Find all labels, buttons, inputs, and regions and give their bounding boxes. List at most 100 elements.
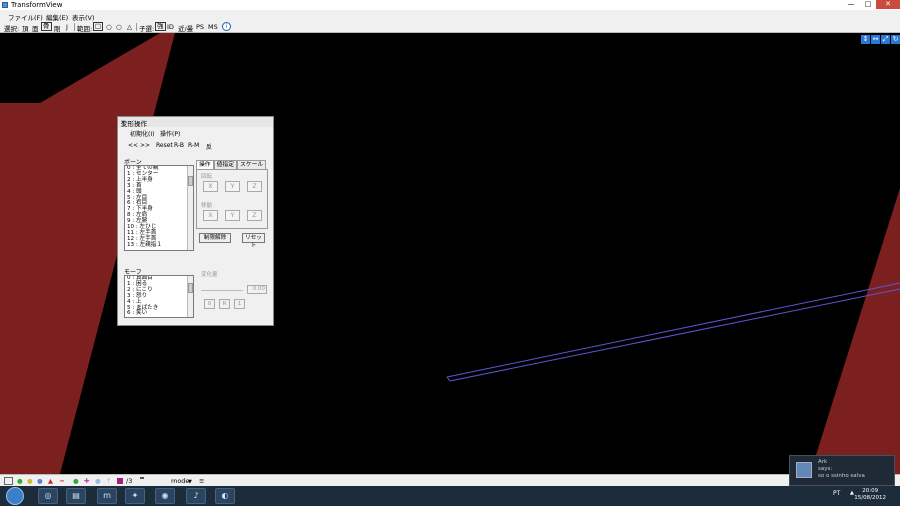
info-icon[interactable]: i xyxy=(222,22,231,31)
child-near[interactable]: 近/曼 xyxy=(178,23,193,33)
menu-operation[interactable]: 操作(P) xyxy=(160,129,180,138)
taskbar-chrome-icon[interactable]: ◉ xyxy=(155,488,175,504)
dialog-close-button[interactable]: x xyxy=(121,118,270,126)
light-blue-icon[interactable]: ● xyxy=(95,477,101,485)
reverse-button[interactable]: 反 xyxy=(206,142,212,151)
rm-button[interactable]: R-M xyxy=(188,142,199,149)
dialog-titlebar[interactable]: 変形操作 x xyxy=(118,117,273,128)
blue-dot-icon[interactable]: ● xyxy=(37,477,43,485)
bone-icon[interactable]: ↑ xyxy=(106,477,111,485)
bone-list-scrollbar[interactable] xyxy=(187,166,193,250)
view-nav-icons: ↕ ↔ ⤢ ↻ xyxy=(860,35,900,45)
range-circle-alt[interactable]: ○ xyxy=(116,23,122,31)
menu-initialize[interactable]: 初期化(I) xyxy=(130,129,154,138)
pan-horizontal-icon[interactable]: ↔ xyxy=(871,35,880,44)
prev-button[interactable]: << xyxy=(128,142,138,149)
next-button[interactable]: >> xyxy=(140,142,150,149)
clock-date: 15/08/2012 xyxy=(854,495,886,501)
taskbar: ◎ ▤ m ✦ ◉ ♪ ◐ PT ▲ 20:09 15/08/2012 xyxy=(0,486,900,506)
scroll-thumb[interactable] xyxy=(188,283,193,293)
toolbar-divider xyxy=(74,23,75,31)
range-rect[interactable]: □ xyxy=(93,22,104,31)
transform-dialog: 変形操作 x 初期化(I) 操作(P) << >> Reset R-B R-M … xyxy=(117,116,274,326)
morph-list-scrollbar[interactable] xyxy=(187,276,193,317)
morph-slider[interactable] xyxy=(201,290,243,291)
dialog-toolbar: << >> Reset R-B R-M 反 xyxy=(118,141,273,151)
rotate-y-button[interactable]: Y xyxy=(225,181,240,192)
release-limit-button[interactable]: 制限解除 xyxy=(199,233,231,243)
child-id[interactable]: ID xyxy=(167,23,174,31)
taskbar-pmd-icon[interactable]: ◐ xyxy=(215,488,235,504)
toolbar: 選択: 頂 面 骨 剛 J 範囲: □ ○ ○ △ 子選: 強 ID 近/曼 P… xyxy=(0,21,900,33)
taskbar-messenger-icon[interactable]: m xyxy=(97,488,117,504)
tab-operation[interactable]: 操作 xyxy=(196,160,214,169)
morph-list[interactable]: 0 : 真面目 1 : 困る 2 : にこり 3 : 怒り 4 : 上5 : まばたき 6… xyxy=(124,275,194,318)
chevron-down-icon[interactable]: ▼ xyxy=(188,478,192,486)
select-bone[interactable]: 骨 xyxy=(41,22,52,31)
morph-one-button[interactable]: 1 xyxy=(234,299,245,309)
rotate-z-button[interactable]: Z xyxy=(247,181,262,192)
language-indicator[interactable]: PT xyxy=(833,490,840,497)
move-label: 移動 xyxy=(201,203,213,209)
morph-zero-button[interactable]: 0 xyxy=(204,299,215,309)
rotate-view-icon[interactable]: ↻ xyxy=(891,35,900,44)
tray-expand-icon[interactable]: ▲ xyxy=(850,490,854,496)
clock[interactable]: 20:09 15/08/2012 xyxy=(854,488,886,502)
rotate-x-button[interactable]: X xyxy=(203,181,218,192)
pan-vertical-icon[interactable]: ↕ xyxy=(861,35,870,44)
taskbar-steam-icon[interactable]: ◎ xyxy=(38,488,58,504)
list-icon[interactable]: ≡ xyxy=(199,477,204,485)
mode-dropdown[interactable]: mode xyxy=(171,477,189,485)
list-item[interactable]: 13 : 左親指１ xyxy=(125,242,193,249)
red-plane-right xyxy=(810,188,900,474)
child-select-label: 子選: xyxy=(139,25,155,33)
morph-value-field[interactable]: 0.00 xyxy=(247,285,267,294)
maximize-button[interactable]: □ xyxy=(861,0,875,9)
reset-tool-button[interactable]: Reset xyxy=(156,142,173,149)
scroll-thumb[interactable] xyxy=(188,176,193,186)
range-triangle[interactable]: △ xyxy=(127,23,132,31)
select-rigid[interactable]: 剛 xyxy=(54,23,61,33)
move-y-button[interactable]: Y xyxy=(225,210,240,221)
magenta-square-icon[interactable] xyxy=(117,478,123,484)
red-triangle-icon[interactable]: ▲ xyxy=(48,477,53,485)
bone-list[interactable]: 0 : 全ての親 1 : センター 2 : 上半身 3 : 首4 : 頭5 : 左目 6… xyxy=(124,165,194,251)
yellow-dot-icon[interactable]: ● xyxy=(27,477,33,485)
bone-line xyxy=(446,282,900,378)
zoom-icon[interactable]: ⤢ xyxy=(881,35,890,44)
taskbar-razer-icon[interactable]: ✦ xyxy=(125,488,145,504)
taskbar-explorer-icon[interactable]: ▤ xyxy=(66,488,86,504)
pink-cross-icon[interactable]: ✚ xyxy=(84,477,89,485)
grid-toggle-icon[interactable] xyxy=(4,477,13,485)
move-z-button[interactable]: Z xyxy=(247,210,262,221)
notification-message: so o ssinho salva xyxy=(818,473,865,479)
green-dot-icon[interactable]: ● xyxy=(17,477,23,485)
move-x-button[interactable]: X xyxy=(203,210,218,221)
select-vertex[interactable]: 頂 xyxy=(22,23,29,33)
select-face[interactable]: 面 xyxy=(32,23,39,33)
close-button[interactable]: ✕ xyxy=(876,0,900,9)
tab-scale[interactable]: スケール xyxy=(237,160,267,169)
minimize-button[interactable]: — xyxy=(844,0,858,9)
menu-bar: ファイル(F) 編集(E) 表示(V) xyxy=(0,10,900,22)
change-amount-label: 変化量 xyxy=(201,272,218,278)
edge-toggle[interactable] xyxy=(140,477,144,479)
notification-toast[interactable]: Ark says: so o ssinho salva xyxy=(789,455,895,486)
app-icon xyxy=(2,2,8,8)
reset-button[interactable]: リセット xyxy=(242,233,265,249)
child-strong[interactable]: 強 xyxy=(155,22,166,31)
child-ms[interactable]: MS xyxy=(208,23,218,31)
list-item[interactable]: 6 : 笑い xyxy=(125,311,193,317)
select-joint[interactable]: J xyxy=(66,23,68,31)
range-circle[interactable]: ○ xyxy=(106,23,112,31)
start-button[interactable] xyxy=(6,487,24,505)
red-line-icon[interactable]: ━ xyxy=(60,477,64,485)
toolbar-divider xyxy=(136,23,137,31)
morph-r-button[interactable]: R xyxy=(219,299,230,309)
bottom-toolbar: ● ● ● ▲ ━ ● ✚ ● ↑ /3 mode ▼ ≡ xyxy=(0,474,900,486)
child-ps[interactable]: PS xyxy=(196,23,204,31)
green-arrow-icon[interactable]: ● xyxy=(73,477,79,485)
rb-button[interactable]: R-B xyxy=(174,142,184,149)
taskbar-mmd-icon[interactable]: ♪ xyxy=(186,488,206,504)
tab-value[interactable]: 値指定 xyxy=(213,160,238,169)
